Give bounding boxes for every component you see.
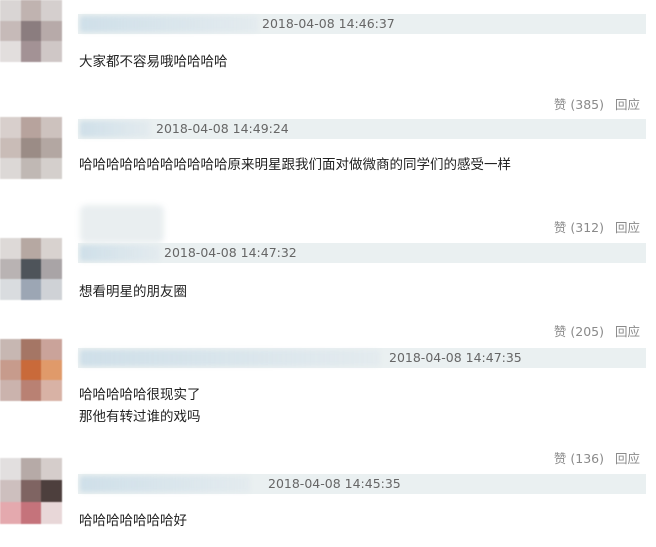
reply-button[interactable]: 回应 (615, 451, 640, 466)
comment-text: 想看明星的朋友圈 (79, 284, 187, 300)
username-blurred[interactable] (80, 16, 258, 32)
comment-text: 哈哈哈哈哈哈哈哈哈哈哈原来明星跟我们面对做微商的同学们的感受一样 (79, 157, 511, 173)
comment-actions: 赞 (312) 回应 (554, 217, 640, 236)
username-blurred[interactable] (80, 350, 380, 366)
comment-actions: 赞 (205) 回应 (554, 321, 640, 340)
reply-button[interactable]: 回应 (615, 324, 640, 339)
comment-actions: 赞 (136) 回应 (554, 448, 640, 467)
avatar[interactable] (0, 117, 62, 179)
comment-timestamp: 2018-04-08 14:49:24 (156, 121, 289, 136)
comment-timestamp: 2018-04-08 14:47:32 (164, 245, 297, 260)
comment-meta-bar: 2018-04-08 14:46:37 (78, 14, 646, 34)
comment-timestamp: 2018-04-08 14:46:37 (262, 16, 395, 31)
like-button[interactable]: 赞 (205) (554, 324, 604, 339)
blurred-region (80, 205, 164, 243)
avatar[interactable] (0, 339, 62, 401)
comment-actions: 赞 (385) 回应 (554, 94, 640, 113)
comment-meta-bar: 2018-04-08 14:45:35 (78, 474, 646, 494)
username-blurred[interactable] (80, 245, 160, 261)
avatar[interactable] (0, 458, 62, 524)
like-button[interactable]: 赞 (385) (554, 97, 604, 112)
comment-meta-bar: 2018-04-08 14:49:24 (78, 119, 646, 139)
comment-text: 大家都不容易哦哈哈哈哈 (79, 54, 228, 70)
comment-timestamp: 2018-04-08 14:47:35 (389, 350, 522, 365)
username-blurred[interactable] (80, 121, 150, 137)
avatar[interactable] (0, 238, 62, 300)
like-button[interactable]: 赞 (312) (554, 220, 604, 235)
comment-meta-bar: 2018-04-08 14:47:32 (78, 243, 646, 263)
comment-text: 哈哈哈哈哈哈哈好 (79, 513, 187, 529)
reply-button[interactable]: 回应 (615, 97, 640, 112)
comment-timestamp: 2018-04-08 14:45:35 (268, 476, 401, 491)
comment-text-line-2: 那他有转过谁的戏吗 (79, 409, 201, 425)
avatar[interactable] (0, 0, 62, 62)
like-button[interactable]: 赞 (136) (554, 451, 604, 466)
comment-text: 哈哈哈哈哈很现实了 (79, 387, 201, 403)
comment-meta-bar: 2018-04-08 14:47:35 (78, 348, 646, 368)
username-blurred[interactable] (80, 476, 250, 492)
reply-button[interactable]: 回应 (615, 220, 640, 235)
